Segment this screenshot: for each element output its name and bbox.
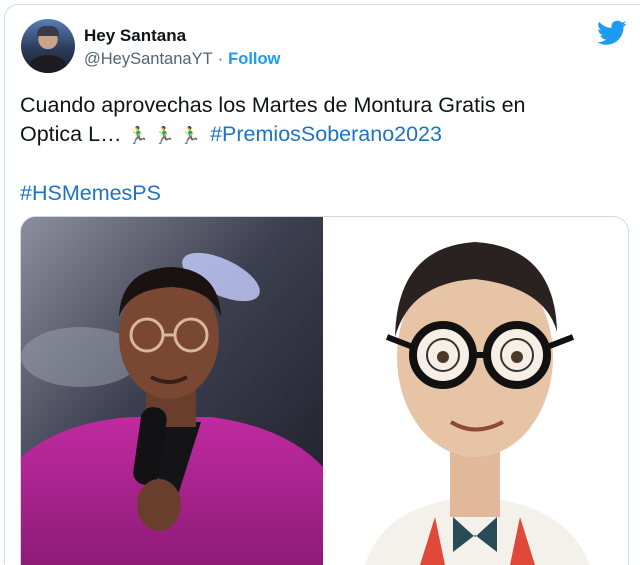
separator-dot: · xyxy=(217,50,224,68)
handle-row: @HeySantanaYT · Follow xyxy=(84,50,280,69)
nerd-photo xyxy=(325,217,628,565)
twitter-bird-icon[interactable] xyxy=(597,20,627,46)
hashtag-hsmemesps[interactable]: #HSMemesPS xyxy=(20,181,161,205)
tweet-text-fragment: Optica L… xyxy=(20,122,122,146)
runner-emoji: 🏃‍♂️🏃‍♂️🏃‍♂️ xyxy=(127,126,207,145)
avatar-cap xyxy=(37,26,59,36)
hashtag-premios-soberano[interactable]: #PremiosSoberano2023 xyxy=(210,122,442,146)
tweet-line-1: Cuando aprovechas los Martes de Montura … xyxy=(20,93,526,117)
follow-button[interactable]: Follow xyxy=(228,50,280,68)
host-photo xyxy=(21,217,323,565)
avatar-shirt xyxy=(29,55,67,73)
avatar[interactable] xyxy=(21,19,75,73)
tweet-line-2: Optica L… 🏃‍♂️🏃‍♂️🏃‍♂️ #PremiosSoberano202… xyxy=(20,120,625,150)
media-grid xyxy=(20,216,629,565)
user-handle[interactable]: @HeySantanaYT xyxy=(84,50,213,68)
tweet-line-spacer xyxy=(20,150,625,179)
tweet-line-4: #HSMemesPS xyxy=(20,179,625,208)
display-name[interactable]: Hey Santana xyxy=(84,26,186,46)
tweet-text: Cuando aprovechas los Martes de Montura … xyxy=(20,91,625,208)
media-image-host[interactable] xyxy=(21,217,323,565)
media-image-nerd[interactable] xyxy=(325,217,628,565)
